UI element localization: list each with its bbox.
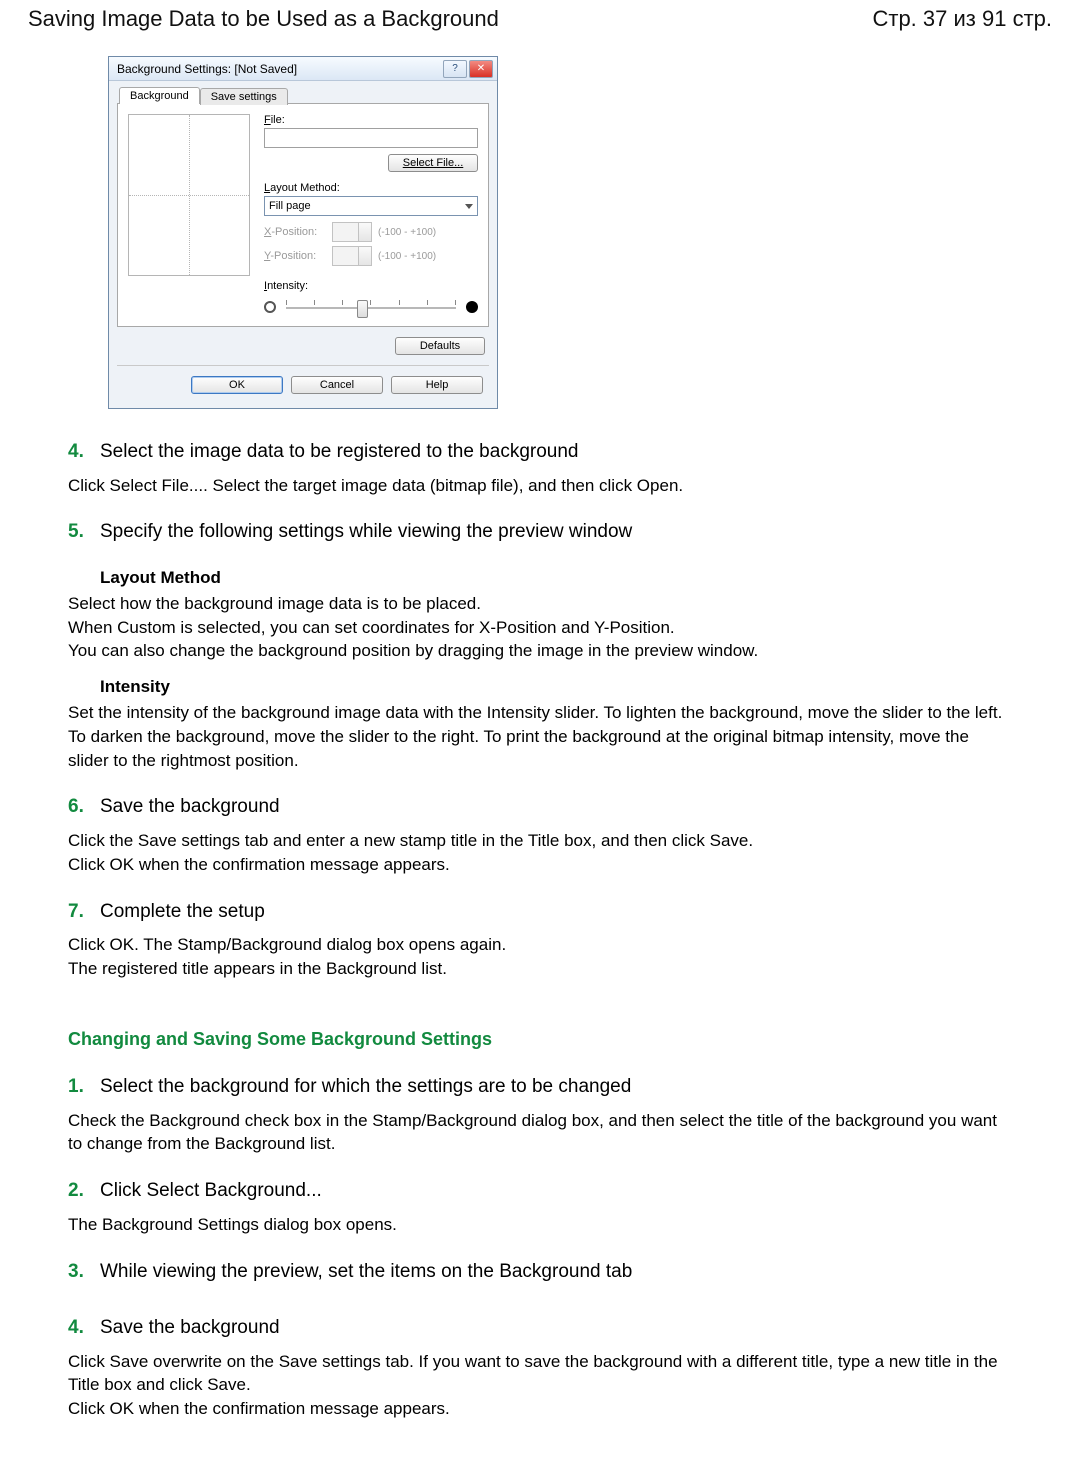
- step-paragraph: Click OK. The Stamp/Background dialog bo…: [68, 933, 1012, 957]
- file-label: File:: [264, 114, 478, 126]
- step-heading: Specify the following settings while vie…: [100, 519, 1012, 546]
- step-paragraph: Click OK when the confirmation message a…: [68, 1397, 1012, 1421]
- step-paragraph: The registered title appears in the Back…: [68, 957, 1012, 981]
- help-button[interactable]: Help: [391, 376, 483, 394]
- subsection-title: Layout Method: [100, 566, 1012, 590]
- step-heading: While viewing the preview, set the items…: [100, 1259, 1012, 1286]
- step-heading: Complete the setup: [100, 899, 1012, 926]
- step: 3.While viewing the preview, set the ite…: [68, 1259, 1012, 1294]
- step-heading: Save the background: [100, 794, 1012, 821]
- x-position-label: X-Position:: [264, 226, 326, 238]
- preview-area[interactable]: [128, 114, 250, 276]
- page-indicator: Стр. 37 из 91 стр.: [872, 6, 1052, 32]
- select-file-button-label: Select File...: [403, 157, 464, 169]
- intensity-label: Intensity:: [264, 280, 478, 292]
- window-close-button[interactable]: ✕: [469, 60, 493, 78]
- step-number: 4.: [68, 1315, 100, 1350]
- step-heading: Select the image data to be registered t…: [100, 439, 1012, 466]
- step-paragraph: Click Select File.... Select the target …: [68, 474, 1012, 498]
- step-number: 6.: [68, 794, 100, 829]
- step-number: 4.: [68, 439, 100, 474]
- subsection-paragraph: When Custom is selected, you can set coo…: [68, 616, 1012, 640]
- page-title: Saving Image Data to be Used as a Backgr…: [28, 6, 499, 32]
- step: 6.Save the background: [68, 794, 1012, 829]
- step-heading: Save the background: [100, 1315, 1012, 1342]
- x-position-range: (-100 - +100): [378, 227, 436, 238]
- step: 4.Save the background: [68, 1315, 1012, 1350]
- intensity-min-icon: [264, 301, 276, 313]
- subsection-paragraph: You can also change the background posit…: [68, 639, 1012, 663]
- y-position-spinner: [332, 246, 372, 266]
- step-paragraph: Check the Background check box in the St…: [68, 1109, 1012, 1157]
- step: 7.Complete the setup: [68, 899, 1012, 934]
- tab-background[interactable]: Background: [119, 87, 200, 104]
- window-help-button[interactable]: ?: [443, 60, 467, 78]
- file-input[interactable]: [264, 128, 478, 148]
- background-settings-dialog: Background Settings: [Not Saved] ? ✕ Bac…: [108, 56, 498, 409]
- step: 1.Select the background for which the se…: [68, 1074, 1012, 1109]
- intensity-max-icon: [466, 301, 478, 313]
- step-number: 7.: [68, 899, 100, 934]
- step-heading: Select the background for which the sett…: [100, 1074, 1012, 1101]
- step-number: 1.: [68, 1074, 100, 1109]
- step-paragraph: Click the Save settings tab and enter a …: [68, 829, 1012, 853]
- ok-button[interactable]: OK: [191, 376, 283, 394]
- dialog-title: Background Settings: [Not Saved]: [117, 62, 441, 76]
- defaults-button[interactable]: Defaults: [395, 337, 485, 355]
- chevron-down-icon: [465, 204, 473, 209]
- select-file-button[interactable]: Select File...: [388, 154, 478, 172]
- cancel-button[interactable]: Cancel: [291, 376, 383, 394]
- step-heading: Click Select Background...: [100, 1178, 1012, 1205]
- tab-save-settings[interactable]: Save settings: [200, 88, 288, 105]
- intensity-slider[interactable]: [286, 298, 456, 316]
- tab-panel-background: File: Select File... Layout Method: Fill…: [117, 103, 489, 327]
- dialog-titlebar: Background Settings: [Not Saved] ? ✕: [109, 57, 497, 81]
- step-number: 2.: [68, 1178, 100, 1213]
- y-position-label: Y-Position:: [264, 250, 326, 262]
- step-paragraph: The Background Settings dialog box opens…: [68, 1213, 1012, 1237]
- step-paragraph: Click Save overwrite on the Save setting…: [68, 1350, 1012, 1398]
- x-position-spinner: [332, 222, 372, 242]
- y-position-range: (-100 - +100): [378, 251, 436, 262]
- section-b-title: Changing and Saving Some Background Sett…: [68, 1027, 1012, 1052]
- step-number: 5.: [68, 519, 100, 554]
- document-body: 4.Select the image data to be registered…: [68, 439, 1012, 1421]
- step-paragraph: Click OK when the confirmation message a…: [68, 853, 1012, 877]
- slider-thumb[interactable]: [357, 300, 368, 318]
- subsection-paragraph: Select how the background image data is …: [68, 592, 1012, 616]
- subsection-title: Intensity: [100, 675, 1012, 699]
- step-number: 3.: [68, 1259, 100, 1294]
- layout-method-label: Layout Method:: [264, 182, 478, 194]
- layout-method-value: Fill page: [269, 200, 311, 212]
- preview-guide-vertical: [189, 115, 190, 275]
- layout-method-select[interactable]: Fill page: [264, 196, 478, 216]
- step: 5.Specify the following settings while v…: [68, 519, 1012, 554]
- subsection-paragraph: Set the intensity of the background imag…: [68, 701, 1012, 772]
- step: 4.Select the image data to be registered…: [68, 439, 1012, 474]
- step: 2.Click Select Background...: [68, 1178, 1012, 1213]
